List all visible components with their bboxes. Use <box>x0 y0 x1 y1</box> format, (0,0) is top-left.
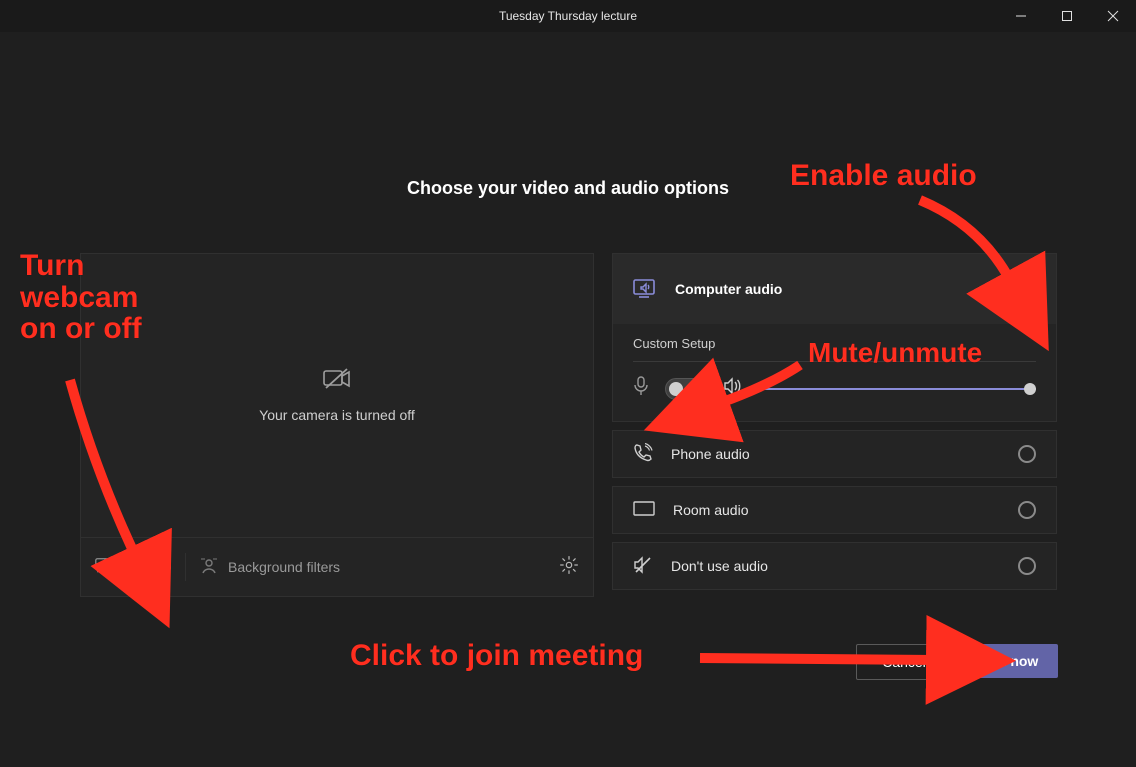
computer-audio-radio[interactable] <box>1018 280 1036 298</box>
audio-panel: Computer audio Custom Setup <box>612 253 1057 590</box>
no-audio-radio[interactable] <box>1018 557 1036 575</box>
gear-icon <box>559 555 579 575</box>
video-settings-button[interactable] <box>559 555 579 580</box>
volume-slider[interactable] <box>759 388 1036 390</box>
camera-off-icon <box>323 368 351 395</box>
join-now-button-label: Join now <box>978 653 1039 669</box>
background-filters-button[interactable]: Background filters <box>185 553 340 581</box>
background-filters-icon <box>200 557 218 578</box>
camera-toggle[interactable] <box>131 557 171 577</box>
phone-audio-radio[interactable] <box>1018 445 1036 463</box>
phone-audio-label: Phone audio <box>671 446 750 462</box>
video-footer: Background filters <box>81 537 593 596</box>
window-controls <box>998 0 1136 32</box>
titlebar: Tuesday Thursday lecture <box>0 0 1136 32</box>
room-audio-label: Room audio <box>673 502 749 518</box>
room-audio-icon <box>633 501 655 520</box>
cancel-button[interactable]: Cancel <box>856 644 952 680</box>
microphone-icon <box>633 376 649 401</box>
no-audio-icon <box>633 556 653 577</box>
audio-option-computer[interactable]: Computer audio Custom Setup <box>612 253 1057 422</box>
background-filters-label: Background filters <box>228 559 340 575</box>
cancel-button-label: Cancel <box>882 654 926 670</box>
mic-toggle[interactable] <box>665 378 707 400</box>
room-audio-radio[interactable] <box>1018 501 1036 519</box>
audio-option-room[interactable]: Room audio <box>612 486 1057 534</box>
join-now-button[interactable]: Join now <box>958 644 1058 678</box>
annotation-click-join: Click to join meeting <box>350 640 643 672</box>
camera-toggle-icon <box>95 556 117 579</box>
computer-audio-icon <box>633 278 657 301</box>
video-preview: Your camera is turned off <box>81 254 593 537</box>
camera-off-message: Your camera is turned off <box>259 407 415 423</box>
window-title: Tuesday Thursday lecture <box>499 9 637 23</box>
maximize-button[interactable] <box>1044 0 1090 32</box>
no-audio-label: Don't use audio <box>671 558 768 574</box>
computer-audio-label: Computer audio <box>675 281 782 297</box>
speaker-icon <box>723 377 743 400</box>
video-panel: Your camera is turned off Background fil… <box>80 253 594 597</box>
close-button[interactable] <box>1090 0 1136 32</box>
audio-option-phone[interactable]: Phone audio <box>612 430 1057 478</box>
phone-audio-icon <box>633 443 653 466</box>
page-heading: Choose your video and audio options <box>0 178 1136 199</box>
custom-setup-label[interactable]: Custom Setup <box>633 336 1036 362</box>
minimize-button[interactable] <box>998 0 1044 32</box>
audio-option-none[interactable]: Don't use audio <box>612 542 1057 590</box>
